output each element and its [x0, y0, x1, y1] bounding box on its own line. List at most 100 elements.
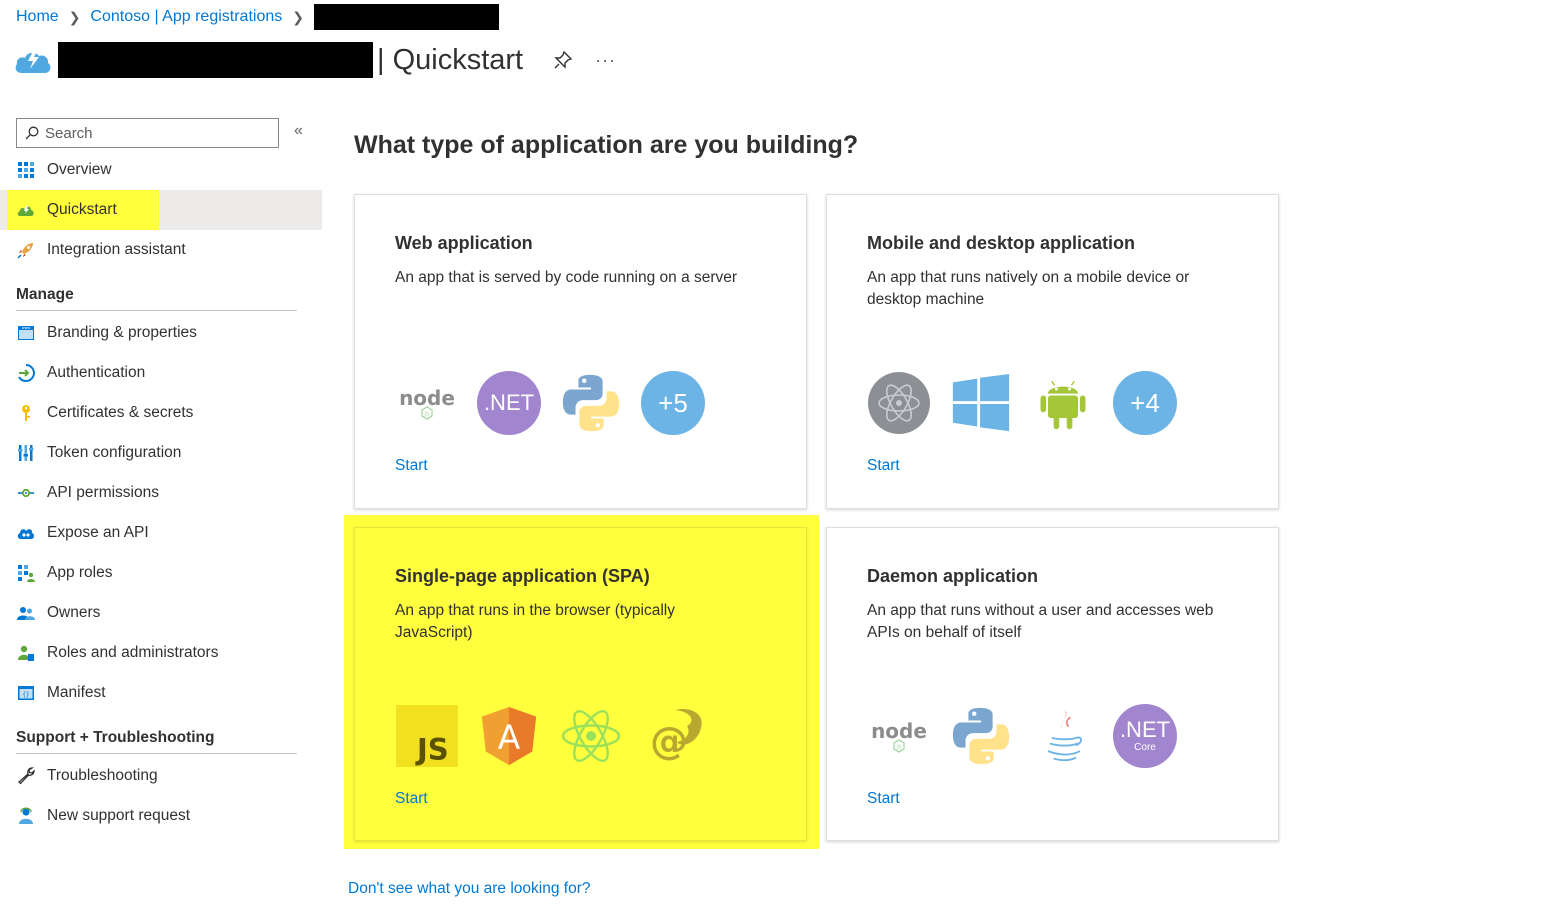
manifest-icon: {} [16, 683, 36, 703]
sidebar-item-label: Troubleshooting [47, 767, 158, 784]
sidebar-item-roles-administrators[interactable]: Roles and administrators [0, 633, 322, 673]
python-icon [949, 704, 1013, 768]
nodejs-icon: node JS [395, 371, 459, 435]
sidebar-item-integration-assistant[interactable]: Integration assistant [0, 230, 322, 270]
chevron-right-icon: ❯ [68, 8, 81, 25]
sidebar-item-label: Integration assistant [47, 241, 186, 258]
card-description: An app that runs in the browser (typical… [395, 602, 675, 641]
manage-section-heading: Manage [16, 286, 74, 303]
sidebar-item-label: Expose an API [47, 524, 149, 541]
sidebar-item-certificates-secrets[interactable]: Certificates & secrets [0, 393, 322, 433]
nodejs-icon: node JS [867, 704, 931, 768]
roles-icon [16, 643, 36, 663]
support-person-icon [16, 806, 36, 826]
rocket-icon [16, 240, 36, 260]
dont-see-what-looking-for-link[interactable]: Don't see what you are looking for? [348, 880, 591, 898]
sidebar-item-label: App roles [47, 564, 113, 581]
svg-text:JS: JS [415, 732, 449, 766]
api-permissions-icon [16, 483, 36, 503]
sidebar-item-new-support-request[interactable]: New support request [0, 796, 322, 836]
sidebar-item-app-roles[interactable]: App roles [0, 553, 322, 593]
branding-icon: www [16, 323, 36, 343]
sidebar-item-label: Owners [47, 604, 101, 621]
card-title: Daemon application [867, 566, 1039, 586]
more-technologies-badge: +5 [641, 371, 705, 435]
sidebar-item-label: Authentication [47, 364, 146, 381]
card-title: Single-page application (SPA) [395, 566, 650, 586]
card-technology-icons: +4 [867, 371, 1195, 435]
sidebar-item-label: Roles and administrators [47, 644, 219, 661]
sidebar-item-label: Certificates & secrets [47, 404, 194, 421]
blazor-icon: @ [641, 704, 705, 768]
owners-icon [16, 603, 36, 623]
pin-icon[interactable] [553, 50, 573, 70]
svg-text:JS: JS [424, 412, 430, 418]
dotnet-icon: .NET [477, 371, 541, 435]
start-link[interactable]: Start [867, 790, 900, 808]
spa-application-card[interactable]: Single-page application (SPA) An app tha… [354, 527, 807, 841]
redacted-breadcrumb-item [313, 4, 499, 30]
sidebar-item-manifest[interactable]: {} Manifest [0, 673, 322, 713]
support-section-heading: Support + Troubleshooting [16, 729, 215, 746]
breadcrumb-app-registrations-link[interactable]: Contoso | App registrations [90, 8, 282, 26]
app-roles-icon [16, 563, 36, 583]
sidebar-item-overview[interactable]: Overview [0, 150, 322, 190]
redacted-app-name [58, 42, 373, 78]
sidebar-item-owners[interactable]: Owners [0, 593, 322, 633]
search-input[interactable] [45, 124, 265, 142]
sidebar-item-branding[interactable]: www Branding & properties [0, 313, 322, 353]
angular-icon: A [477, 704, 541, 768]
app-registration-cloud-icon [15, 51, 51, 73]
breadcrumb-home-link[interactable]: Home [16, 8, 59, 26]
page-header: | Quickstart ··· [14, 40, 616, 80]
dotnet-core-icon: .NET Core [1113, 704, 1177, 768]
card-technology-icons: node JS .NET Core [867, 704, 1195, 768]
svg-text:www: www [22, 326, 31, 330]
card-title: Web application [395, 233, 533, 253]
sidebar-item-token-configuration[interactable]: Token configuration [0, 433, 322, 473]
sidebar-item-label: Manifest [47, 684, 106, 701]
more-technologies-badge: +4 [1113, 371, 1177, 435]
javascript-icon: JS [395, 704, 459, 768]
more-options-icon[interactable]: ··· [595, 50, 616, 71]
sidebar-item-label: API permissions [47, 484, 159, 501]
token-icon [16, 443, 36, 463]
android-icon [1031, 371, 1095, 435]
chevron-right-icon: ❯ [292, 8, 304, 25]
key-icon [16, 403, 36, 423]
start-link[interactable]: Start [867, 457, 900, 475]
sidebar-item-label: Branding & properties [47, 324, 197, 341]
svg-text:A: A [498, 718, 521, 757]
sidebar-item-troubleshooting[interactable]: Troubleshooting [0, 756, 322, 796]
authentication-icon [16, 363, 36, 383]
section-divider [16, 753, 297, 754]
sidebar: « Overview Quickstart Integration assist… [0, 110, 322, 836]
sidebar-item-authentication[interactable]: Authentication [0, 353, 322, 393]
windows-icon [949, 371, 1013, 435]
sidebar-search-box[interactable] [16, 118, 279, 148]
sidebar-item-label: Token configuration [47, 444, 182, 461]
sidebar-item-api-permissions[interactable]: API permissions [0, 473, 322, 513]
sidebar-item-expose-api[interactable]: Expose an API [0, 513, 322, 553]
sidebar-item-quickstart[interactable]: Quickstart [0, 190, 322, 230]
electron-icon [867, 371, 931, 435]
collapse-sidebar-icon[interactable]: « [294, 122, 303, 140]
start-link[interactable]: Start [395, 790, 428, 808]
mobile-desktop-application-card[interactable]: Mobile and desktop application An app th… [826, 194, 1279, 509]
quickstart-icon [16, 200, 36, 220]
card-description: An app that runs natively on a mobile de… [867, 269, 1190, 308]
card-technology-icons: JS A @ [395, 704, 723, 768]
sidebar-item-label: Quickstart [47, 201, 117, 218]
daemon-application-card[interactable]: Daemon application An app that runs with… [826, 527, 1279, 841]
svg-text:@: @ [650, 719, 688, 763]
start-link[interactable]: Start [395, 457, 428, 475]
sidebar-item-label: Overview [47, 161, 112, 178]
web-application-card[interactable]: Web application An app that is served by… [354, 194, 807, 509]
card-title: Mobile and desktop application [867, 233, 1136, 253]
overview-icon [16, 160, 36, 180]
breadcrumb: Home ❯ Contoso | App registrations ❯ [16, 4, 499, 30]
expose-api-icon [16, 523, 36, 543]
card-description: An app that runs without a user and acce… [867, 602, 1214, 641]
card-technology-icons: node JS .NET +5 [395, 371, 723, 435]
page-title: | Quickstart [377, 43, 524, 76]
